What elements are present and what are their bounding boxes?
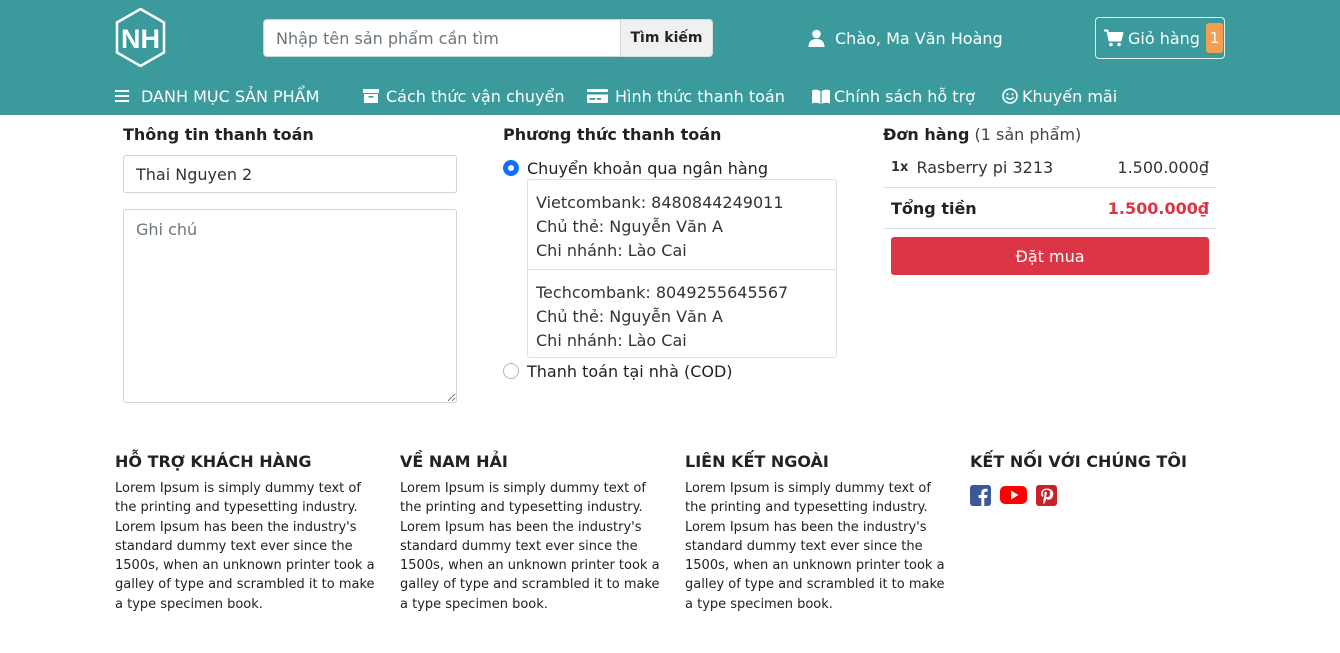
cod-label: Thanh toán tại nhà (COD) — [527, 361, 733, 381]
bank-account-holder: Chủ thẻ: Nguyễn Văn A — [536, 217, 723, 236]
search-input[interactable] — [263, 19, 621, 57]
search-form: Tìm kiếm — [263, 19, 713, 57]
shopping-cart-icon — [1104, 29, 1124, 47]
footer-links-text: Lorem Ipsum is simply dummy text of the … — [685, 481, 945, 612]
order-total-label: Tổng tiền — [891, 198, 977, 218]
order-item-qty: 1x — [891, 159, 909, 175]
site-logo[interactable]: NH — [115, 8, 166, 67]
user-icon — [808, 29, 825, 47]
bank-transfer-radio[interactable] — [503, 160, 519, 176]
cart-count-badge: 1 — [1205, 23, 1223, 53]
footer-about-title: VỀ NAM HẢI — [400, 452, 508, 471]
note-field[interactable] — [123, 209, 457, 403]
footer-about: VỀ NAM HẢI Lorem Ipsum is simply dummy t… — [400, 450, 660, 614]
order-header: Đơn hàng (1 sản phẩm) — [883, 125, 1081, 144]
archive-box-icon — [363, 89, 379, 103]
youtube-icon[interactable] — [1000, 485, 1027, 506]
nav-shipping-label: Cách thức vận chuyển — [386, 86, 565, 106]
nav-support[interactable]: Chính sách hỗ trợ — [812, 84, 975, 108]
nav-promotion[interactable]: Khuyến mãi — [1002, 84, 1117, 108]
footer-support-text: Lorem Ipsum is simply dummy text of the … — [115, 481, 375, 612]
cart-button[interactable]: Giỏ hàng 1 — [1095, 17, 1225, 59]
order-total-value: 1.500.000₫ — [1107, 198, 1209, 218]
bank-account-item: Techcombank: 8049255645567 Chủ thẻ: Nguy… — [528, 269, 836, 357]
place-order-button[interactable]: Đặt mua — [891, 237, 1209, 275]
user-greeting[interactable]: Chào, Ma Văn Hoàng — [808, 26, 1003, 50]
cod-radio[interactable] — [503, 363, 519, 379]
pinterest-icon[interactable] — [1036, 485, 1057, 506]
order-item-name: Rasberry pi 3213 — [916, 157, 1054, 177]
facebook-icon[interactable] — [970, 485, 991, 506]
order-item-count: (1 sản phẩm) — [974, 125, 1082, 144]
bank-account-number: Techcombank: 8049255645567 — [536, 283, 789, 302]
greeting-text: Chào, Ma Văn Hoàng — [835, 28, 1003, 48]
menu-icon — [115, 90, 129, 102]
smile-icon — [1002, 88, 1018, 104]
site-header: NH Tìm kiếm Chào, Ma Văn Hoàng Giỏ hàng … — [0, 0, 1340, 115]
bank-account-holder: Chủ thẻ: Nguyễn Văn A — [536, 307, 723, 326]
footer-support-title: HỖ TRỢ KHÁCH HÀNG — [115, 452, 312, 471]
payment-method-title: Phương thức thanh toán — [503, 125, 722, 144]
nav-shipping[interactable]: Cách thức vận chuyển — [363, 84, 564, 108]
social-links — [970, 485, 1230, 506]
bank-account-number: Vietcombank: 8480844249011 — [536, 193, 784, 212]
footer-links: LIÊN KẾT NGOÀI Lorem Ipsum is simply dum… — [685, 450, 945, 614]
footer-connect: KẾT NỐI VỚI CHÚNG TÔI — [970, 450, 1230, 506]
footer-support: HỖ TRỢ KHÁCH HÀNG Lorem Ipsum is simply … — [115, 450, 375, 614]
payment-option-bank[interactable]: Chuyển khoản qua ngân hàng — [503, 156, 768, 180]
nav-promotion-label: Khuyến mãi — [1022, 86, 1118, 106]
bank-account-branch: Chi nhánh: Lào Cai — [536, 331, 687, 350]
nav-categories-label: DANH MỤC SẢN PHẨM — [141, 86, 320, 106]
nav-payment[interactable]: Hình thức thanh toán — [587, 84, 785, 108]
search-button[interactable]: Tìm kiếm — [621, 19, 713, 57]
order-item-price: 1.500.000₫ — [1117, 157, 1209, 177]
svg-text:NH: NH — [121, 24, 160, 54]
footer-connect-title: KẾT NỐI VỚI CHÚNG TÔI — [970, 452, 1187, 471]
bank-account-branch: Chi nhánh: Lào Cai — [536, 241, 687, 260]
credit-card-icon — [587, 89, 608, 103]
footer-links-title: LIÊN KẾT NGOÀI — [685, 452, 829, 471]
bank-account-list: Vietcombank: 8480844249011 Chủ thẻ: Nguy… — [527, 179, 837, 358]
bank-account-item: Vietcombank: 8480844249011 Chủ thẻ: Nguy… — [528, 180, 836, 269]
nav-categories[interactable]: DANH MỤC SẢN PHẨM — [115, 84, 319, 108]
address-field[interactable] — [123, 155, 457, 193]
cart-label: Giỏ hàng — [1128, 28, 1200, 48]
bank-transfer-label: Chuyển khoản qua ngân hàng — [527, 158, 768, 178]
payment-option-cod[interactable]: Thanh toán tại nhà (COD) — [503, 359, 733, 383]
order-total-row: Tổng tiền 1.500.000₫ — [883, 188, 1217, 229]
order-item-row: 1x Rasberry pi 3213 1.500.000₫ — [883, 147, 1217, 188]
open-book-icon — [812, 89, 830, 104]
order-title: Đơn hàng — [883, 125, 970, 144]
nav-payment-label: Hình thức thanh toán — [615, 86, 785, 106]
nav-support-label: Chính sách hỗ trợ — [834, 86, 975, 106]
billing-title: Thông tin thanh toán — [123, 125, 314, 144]
footer-about-text: Lorem Ipsum is simply dummy text of the … — [400, 481, 660, 612]
